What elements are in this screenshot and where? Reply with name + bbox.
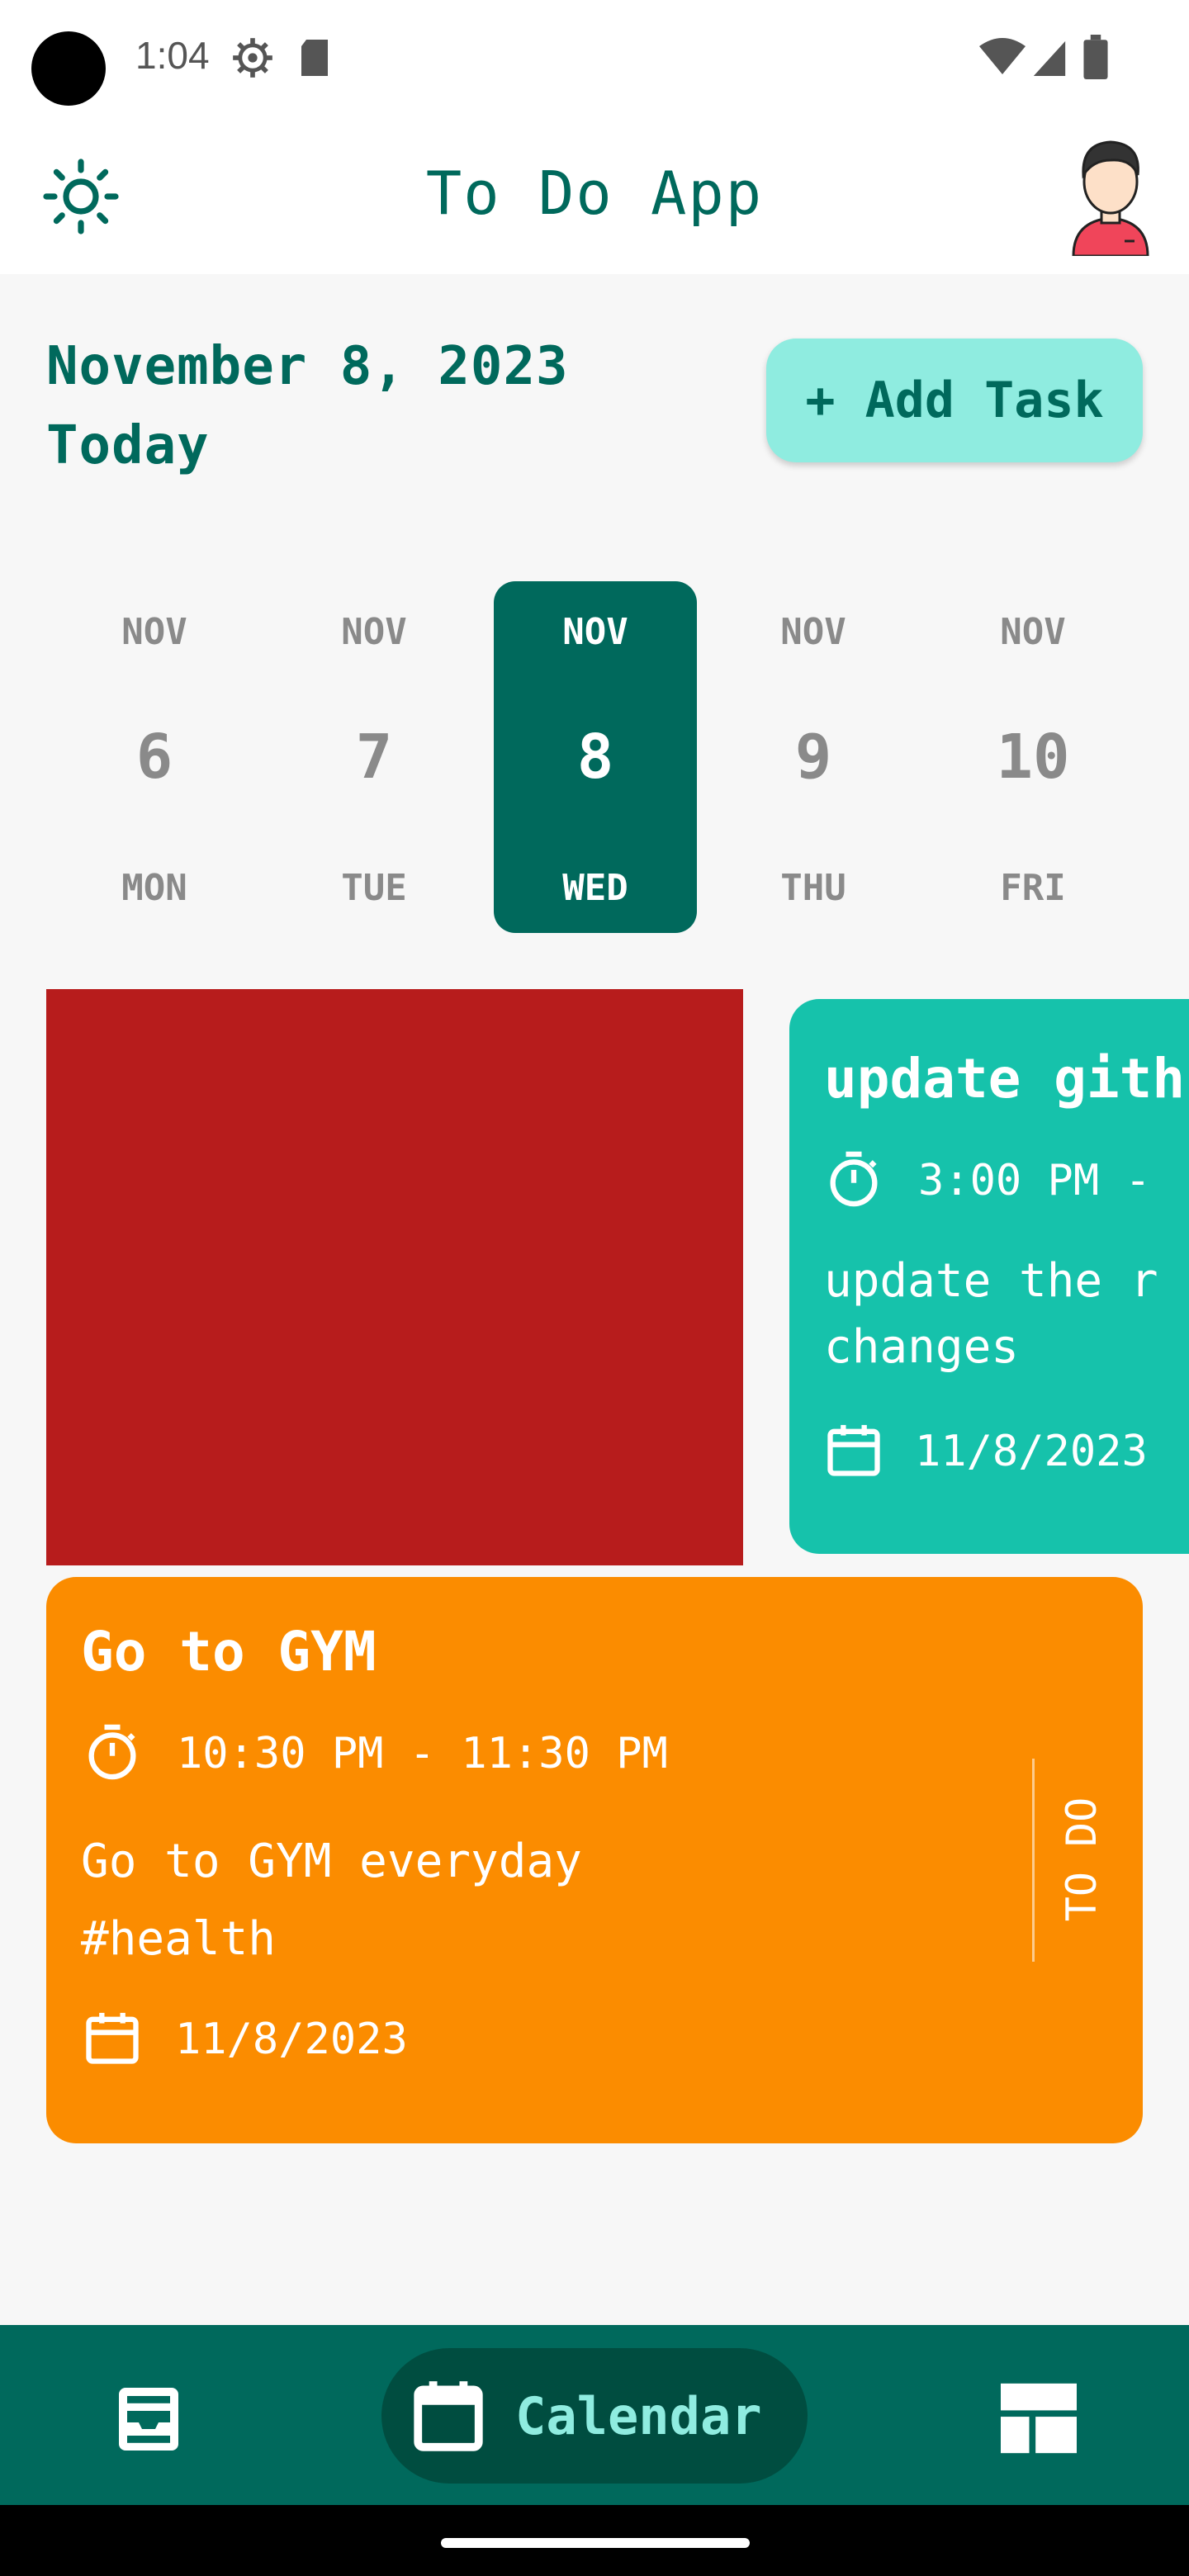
task-card[interactable]: Go to GYM 10:30 PM - 11:30 PM Go to GYM … <box>46 1577 1143 2143</box>
sd-card-icon <box>301 40 328 76</box>
day-weekday: WED <box>562 867 628 909</box>
day-item[interactable]: NOV 7 TUE <box>272 581 476 933</box>
status-bar: 1:04 <box>0 0 1189 116</box>
timer-icon <box>830 1151 878 1207</box>
task-card[interactable]: update gith 3:00 PM - update the r chang… <box>789 999 1189 1554</box>
day-month: NOV <box>121 611 187 653</box>
day-item-selected[interactable]: NOV 8 WED <box>494 581 697 933</box>
camera-cutout <box>31 31 106 106</box>
task-title: Go to GYM <box>81 1620 377 1683</box>
bottom-navigation: Calendar <box>0 2325 1189 2505</box>
signal-icon <box>1033 40 1066 76</box>
task-date: 11/8/2023 <box>915 1427 1148 1476</box>
current-date: November 8, 2023 <box>46 336 569 397</box>
swipe-delete-background <box>46 989 743 1565</box>
status-divider <box>1032 1759 1035 1962</box>
day-date: 8 <box>576 722 614 793</box>
day-date: 6 <box>135 722 173 793</box>
task-time: 3:00 PM - <box>918 1156 1151 1205</box>
calendar-icon <box>827 1424 880 1476</box>
app-title: To Do App <box>425 159 764 228</box>
day-month: NOV <box>780 611 846 653</box>
inbox-icon[interactable] <box>109 2379 188 2459</box>
day-weekday: THU <box>780 867 846 909</box>
settings-icon <box>233 38 272 78</box>
add-task-button[interactable]: + Add Task <box>766 339 1143 462</box>
today-label: Today <box>46 415 210 476</box>
day-date: 9 <box>794 722 832 793</box>
calendar-icon <box>414 2381 483 2451</box>
day-date: 10 <box>996 722 1070 793</box>
dashboard-icon[interactable] <box>1001 2383 1077 2454</box>
nav-label-calendar: Calendar <box>515 2386 762 2446</box>
day-month: NOV <box>1000 611 1066 653</box>
day-month: NOV <box>562 611 628 653</box>
day-item[interactable]: NOV 9 THU <box>712 581 915 933</box>
home-indicator[interactable] <box>441 2538 750 2548</box>
wifi-icon <box>979 38 1026 74</box>
day-weekday: TUE <box>341 867 407 909</box>
day-weekday: FRI <box>1000 867 1066 909</box>
day-date: 7 <box>355 722 393 793</box>
day-month: NOV <box>341 611 407 653</box>
app-bar: To Do App <box>0 116 1189 274</box>
gesture-bar-area <box>0 2505 1189 2576</box>
task-description: Go to GYM everyday #health <box>81 1835 582 1966</box>
calendar-icon <box>86 2012 139 2064</box>
task-date: 11/8/2023 <box>175 2015 408 2064</box>
day-item[interactable]: NOV 6 MON <box>53 581 256 933</box>
day-weekday: MON <box>121 867 187 909</box>
battery-icon <box>1083 35 1108 79</box>
date-header: November 8, 2023 Today <box>46 327 569 485</box>
timer-icon <box>88 1724 136 1780</box>
day-item[interactable]: NOV 10 FRI <box>931 581 1135 933</box>
task-time: 10:30 PM - 11:30 PM <box>177 1729 668 1778</box>
task-title: update gith <box>824 1047 1186 1110</box>
task-status: TO DO <box>1058 1797 1106 1922</box>
status-time: 1:04 <box>135 34 210 77</box>
task-description: update the r changes <box>824 1254 1158 1374</box>
avatar[interactable] <box>1065 132 1156 256</box>
